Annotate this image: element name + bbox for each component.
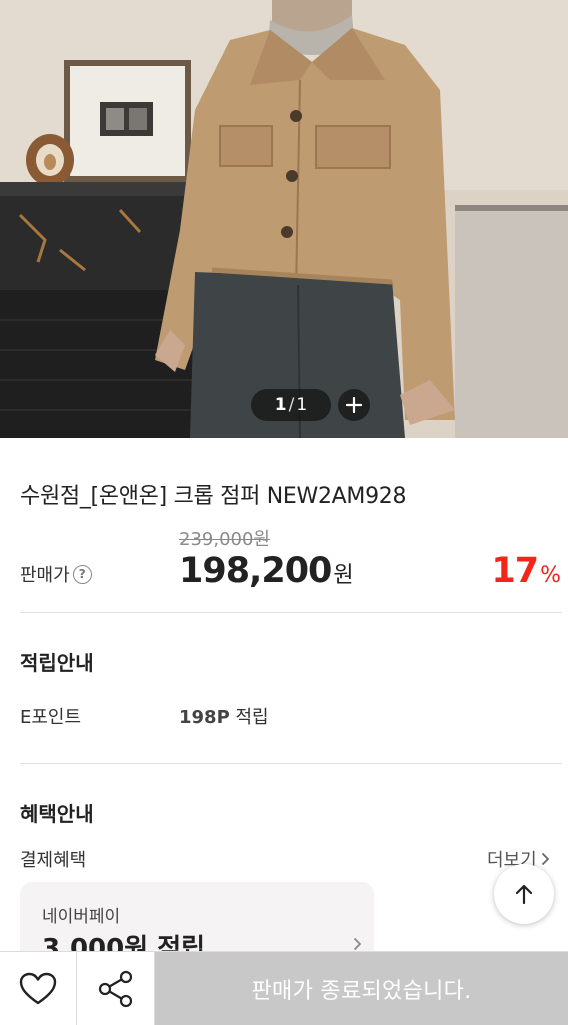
wishlist-button[interactable] (0, 952, 77, 1025)
sale-price: 198,200 원 (179, 551, 354, 591)
plus-icon (346, 397, 362, 413)
sale-price-currency: 원 (333, 563, 354, 588)
points-value: 198P 적립 (179, 703, 269, 729)
points-suffix: 적립 (229, 707, 269, 728)
question-circle-icon[interactable]: ? (72, 564, 92, 584)
image-counter-current: 1 (274, 395, 287, 415)
chevron-right-icon (541, 852, 549, 866)
discount-unit: % (540, 563, 561, 588)
discount-value: 17 (491, 551, 539, 591)
sale-price-label: 판매가 ? (20, 561, 92, 587)
payment-benefit-name: 네이버페이 (42, 907, 121, 927)
points-amount: 198P (179, 707, 230, 728)
image-counter-separator: / (288, 395, 295, 415)
points-label: E포인트 (20, 707, 82, 728)
sale-price-value: 198,200 (179, 551, 332, 591)
share-icon (98, 970, 132, 1007)
scroll-top-button[interactable] (494, 864, 554, 924)
chevron-right-icon (353, 937, 362, 951)
image-counter-total: 1 (296, 395, 308, 415)
original-price: 239,000원 (179, 529, 270, 550)
sale-price-label-text: 판매가 (20, 565, 70, 586)
payment-benefit-label: 결제혜택 (20, 850, 87, 871)
divider (20, 763, 562, 764)
benefits-section-title: 혜택안내 (20, 802, 94, 826)
image-counter: 1/1 (251, 389, 331, 421)
arrow-up-icon (515, 884, 533, 905)
discount-rate: 17 % (491, 551, 561, 591)
points-section-title: 적립안내 (20, 651, 94, 675)
divider (20, 612, 562, 613)
product-image[interactable]: 1/1 (0, 0, 568, 438)
sold-out-status: 판매가 종료되었습니다. (155, 952, 568, 1025)
product-photo (0, 0, 568, 438)
share-button[interactable] (77, 952, 155, 1025)
zoom-button[interactable] (338, 389, 370, 421)
product-title: 수원점_[온앤온] 크롭 점퍼 NEW2AM928 (20, 484, 407, 509)
bottom-action-bar: 판매가 종료되었습니다. (0, 951, 568, 1025)
heart-icon (19, 972, 57, 1004)
